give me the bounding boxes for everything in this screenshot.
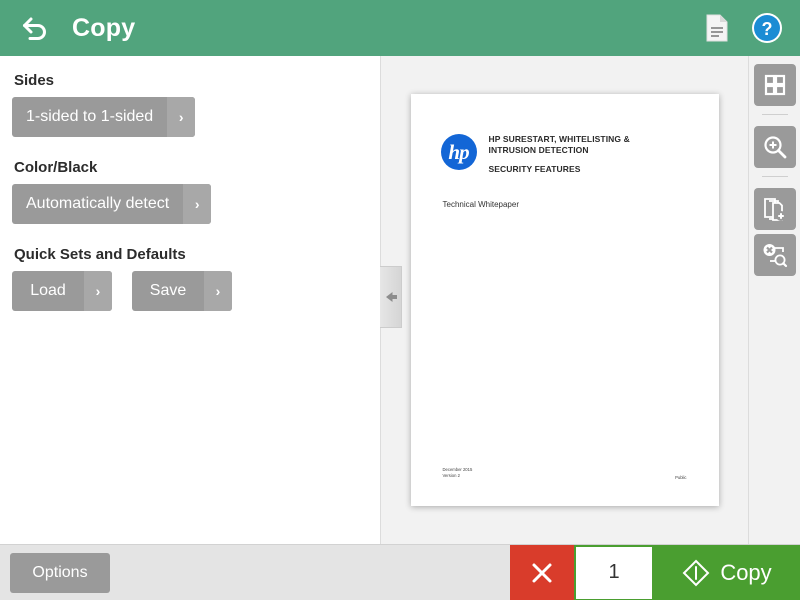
quick-sets-buttons: Load › Save › (12, 271, 368, 311)
setting-group-color-black: Color/Black Automatically detect › (12, 159, 368, 224)
main-body: Sides 1-sided to 1-sided › Color/Black A… (0, 56, 800, 544)
back-arrow-icon (23, 17, 46, 40)
thumbnail-grid-button[interactable] (753, 64, 796, 106)
load-button[interactable]: Load › (12, 271, 112, 311)
document-footer-left: December 2015 Version 2 (443, 467, 473, 480)
remove-blank-pages-icon (763, 244, 787, 268)
toolbar-divider (761, 114, 788, 115)
chevron-right-icon: › (183, 184, 212, 224)
cancel-button[interactable] (510, 544, 574, 600)
document-date: December 2015 (442, 466, 473, 472)
copies-input[interactable]: 1 (574, 544, 654, 600)
toolbar-divider (761, 176, 788, 177)
header-actions: ? (700, 11, 784, 45)
preview-area[interactable]: hp HP SURESTART, WHITELISTING & INTRUSIO… (380, 56, 800, 544)
preview-toolbar (748, 56, 800, 544)
copy-start-button[interactable]: Copy (654, 544, 800, 600)
zoom-in-button[interactable] (753, 126, 796, 168)
page-title: Copy (72, 13, 136, 42)
add-pages-button[interactable] (753, 188, 796, 230)
help-icon: ? (752, 13, 782, 43)
help-button[interactable]: ? (750, 11, 784, 45)
document-title-line3: SECURITY FEATURES (488, 163, 581, 174)
thumbnail-grid-icon (764, 74, 785, 96)
document-preview[interactable]: hp HP SURESTART, WHITELISTING & INTRUSIO… (410, 94, 719, 506)
document-info-button[interactable] (700, 11, 734, 45)
panel-collapse-handle[interactable] (380, 266, 402, 328)
document-title-line2: INTRUSION DETECTION (488, 145, 589, 156)
add-pages-icon (763, 198, 786, 221)
svg-text:?: ? (762, 19, 773, 39)
document-classification: Public (675, 475, 687, 480)
chevron-right-icon: › (84, 271, 112, 311)
chevron-right-icon: › (204, 271, 232, 311)
close-icon (532, 563, 552, 582)
setting-group-quick-sets: Quick Sets and Defaults Load › Save › (12, 246, 368, 311)
settings-panel: Sides 1-sided to 1-sided › Color/Black A… (0, 56, 380, 544)
zoom-in-icon (763, 136, 786, 159)
document-titles: HP SURESTART, WHITELISTING & INTRUSION D… (489, 132, 630, 174)
app-footer: Options 1 Copy (0, 544, 800, 600)
document-header: hp HP SURESTART, WHITELISTING & INTRUSIO… (440, 132, 689, 174)
sides-select[interactable]: 1-sided to 1-sided › (12, 97, 196, 137)
setting-group-sides: Sides 1-sided to 1-sided › (12, 72, 368, 137)
group-label-color-black: Color/Black (14, 159, 98, 176)
options-button[interactable]: Options (10, 552, 110, 593)
color-black-select[interactable]: Automatically detect › (12, 184, 212, 224)
document-kicker: Technical Whitepaper (442, 199, 519, 209)
start-diamond-icon (682, 559, 710, 586)
load-button-label: Load (30, 282, 66, 299)
document-title-line1: HP SURESTART, WHITELISTING & (488, 134, 630, 144)
back-button[interactable] (16, 8, 56, 48)
arrow-left-icon (385, 292, 397, 302)
copy-button-label: Copy (720, 559, 772, 585)
color-black-value: Automatically detect (26, 195, 170, 212)
sides-value: 1-sided to 1-sided (26, 108, 154, 125)
footer-actions: 1 Copy (510, 544, 800, 600)
group-label-sides: Sides (14, 72, 55, 89)
group-label-quick-sets: Quick Sets and Defaults (14, 246, 186, 263)
hp-logo-icon: hp (440, 134, 477, 170)
document-icon (706, 14, 728, 42)
chevron-right-icon: › (167, 97, 196, 137)
app-header: Copy ? (0, 0, 800, 56)
save-button[interactable]: Save › (132, 271, 232, 311)
document-version: Version 2 (442, 473, 460, 479)
copy-screen: Copy ? Sides 1-sided to 1-sided › Color/… (0, 0, 800, 600)
remove-blank-pages-button[interactable] (753, 234, 796, 276)
save-button-label: Save (149, 282, 187, 299)
document-footer: December 2015 Version 2 Public (443, 467, 687, 480)
